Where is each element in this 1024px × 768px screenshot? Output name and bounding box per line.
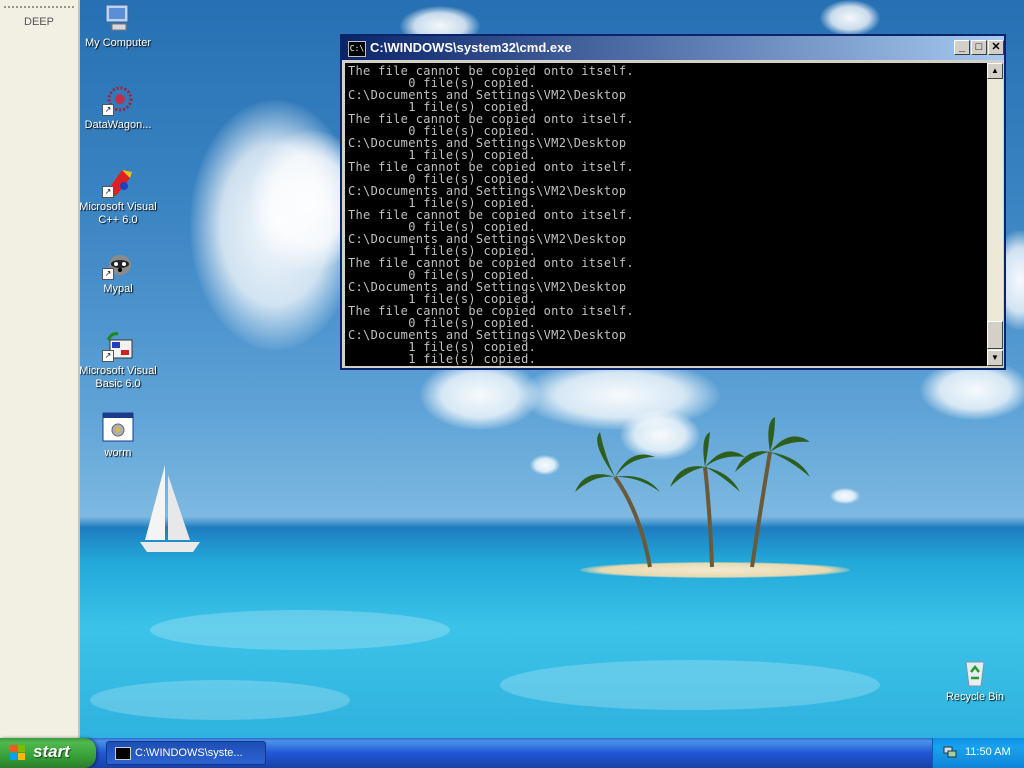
sea-glint (90, 680, 350, 720)
shortcut-arrow-icon: ↗ (102, 268, 114, 280)
start-button[interactable]: start (0, 738, 96, 768)
datawagon-icon: ↗ (102, 84, 134, 116)
vertical-scrollbar[interactable]: ▲ ▼ (987, 63, 1003, 366)
icon-label: Recycle Bin (945, 691, 1005, 703)
cmd-window: C:\ C:\WINDOWS\system32\cmd.exe _ □ ✕ Th… (340, 34, 1006, 370)
windows-flag-icon (10, 745, 26, 761)
cloud (530, 455, 560, 475)
icon-label: Mypal (103, 283, 133, 295)
scroll-up-button[interactable]: ▲ (987, 63, 1003, 79)
minimize-button[interactable]: _ (954, 40, 970, 55)
system-tray: 11:50 AM (932, 738, 1024, 768)
start-label: start (33, 742, 70, 761)
mypal-icon: ↗ (102, 248, 134, 280)
sea-glint (500, 660, 880, 710)
side-deskbar: DEEP (0, 0, 80, 738)
deskbar-grip[interactable] (4, 6, 74, 8)
shortcut-arrow-icon: ↗ (102, 350, 114, 362)
shortcut-arrow-icon: ↗ (102, 104, 114, 116)
desktop-icon-visual-basic[interactable]: ↗ Microsoft Visual Basic 6.0 (76, 330, 160, 391)
cmd-app-icon[interactable]: C:\ (348, 41, 366, 57)
sea-glint (150, 610, 450, 650)
desktop-icon-datawagon[interactable]: ↗ DataWagon... (76, 84, 160, 132)
worm-app-icon (102, 412, 134, 444)
icon-label: My Computer (84, 37, 152, 49)
desktop-icon-my-computer[interactable]: My Computer (76, 2, 160, 50)
clock[interactable]: 11:50 AM (965, 746, 1011, 758)
cmd-window-titlebar[interactable]: C:\ C:\WINDOWS\system32\cmd.exe _ □ ✕ (342, 36, 1004, 60)
maximize-button[interactable]: □ (971, 40, 987, 55)
cloud (830, 488, 860, 504)
shortcut-arrow-icon: ↗ (102, 186, 114, 198)
console-output[interactable]: The file cannot be copied onto itself. 0… (345, 63, 987, 366)
palm-trees (575, 417, 810, 568)
visual-cpp-icon: ↗ (102, 166, 134, 198)
icon-label: worm (104, 447, 132, 459)
taskbar: start C:\WINDOWS\syste... 11:50 AM (0, 738, 1024, 768)
icon-label: Microsoft Visual C++ 6.0 (79, 201, 157, 226)
visual-basic-icon: ↗ (102, 330, 134, 362)
network-icon[interactable] (943, 746, 957, 758)
console-text: The file cannot be copied onto itself. 0… (345, 63, 987, 366)
cmd-window-title: C:\WINDOWS\system32\cmd.exe (370, 40, 572, 55)
icon-label: Microsoft Visual Basic 6.0 (79, 365, 157, 390)
deskbar-title: DEEP (24, 16, 54, 28)
taskbar-item-cmd[interactable]: C:\WINDOWS\syste... (106, 741, 266, 765)
scroll-down-button[interactable]: ▼ (987, 350, 1003, 366)
desktop-icon-recycle-bin[interactable]: Recycle Bin (933, 656, 1017, 704)
desktop-icon-mypal[interactable]: ↗ Mypal (76, 248, 160, 296)
taskbar-item-label: C:\WINDOWS\syste... (135, 747, 243, 759)
icon-label: DataWagon... (84, 119, 152, 131)
desktop-icon-worm[interactable]: worm (76, 412, 160, 460)
console-line: 1 file(s) copied. (348, 352, 537, 366)
desktop-icon-visual-cpp[interactable]: ↗ Microsoft Visual C++ 6.0 (76, 166, 160, 227)
my-computer-icon (102, 2, 134, 34)
sailboat (140, 465, 200, 552)
recycle-bin-icon (959, 656, 991, 688)
cloud (820, 0, 880, 36)
cmd-taskbar-icon (115, 747, 131, 760)
close-button[interactable]: ✕ (988, 40, 1004, 55)
scroll-thumb[interactable] (987, 321, 1003, 349)
